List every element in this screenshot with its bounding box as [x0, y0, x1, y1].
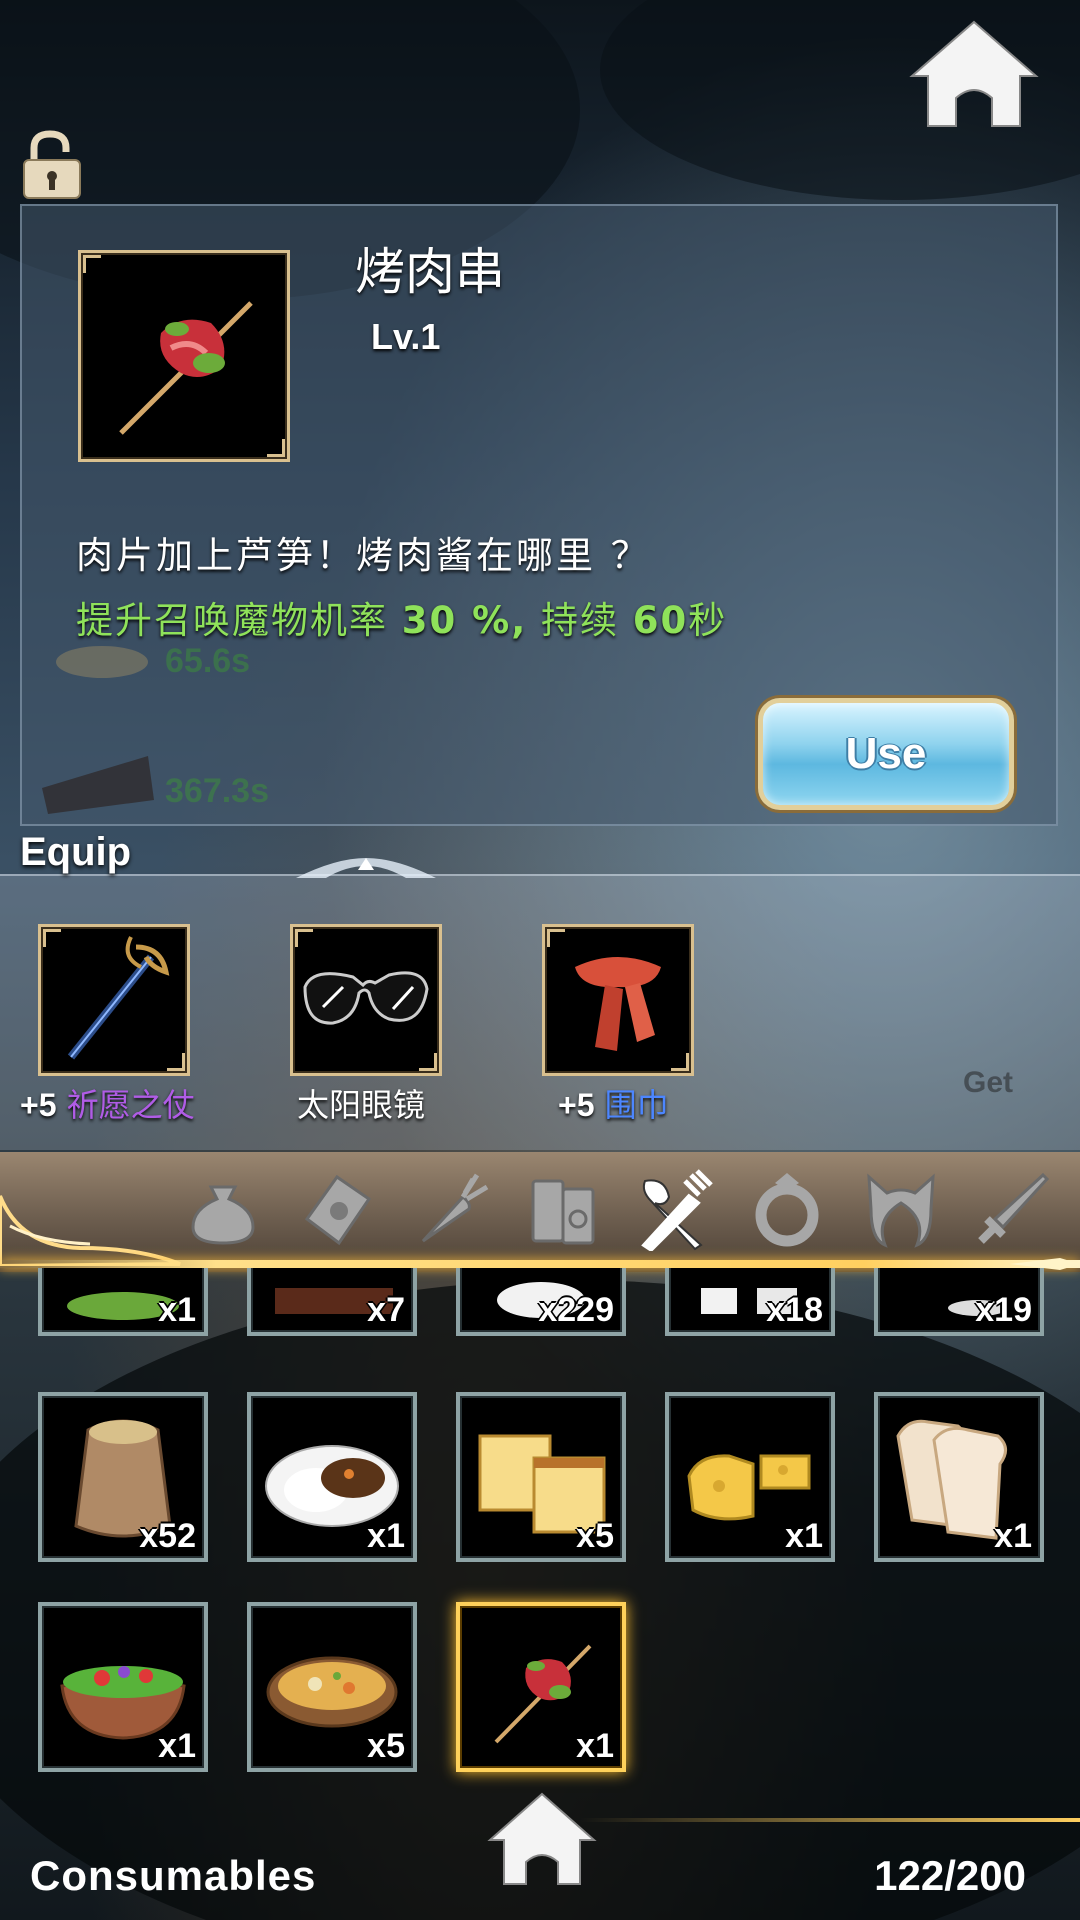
ghost-food-icon [56, 646, 148, 678]
inventory-slot[interactable]: x1 [38, 1268, 208, 1336]
kebab-icon [119, 301, 253, 435]
inventory-grid: x1 x7 x229 x18 x19 x52 x1 x5 x1 x1 x1 x5… [0, 1268, 1080, 1798]
equip-label-staff: +5 祈愿之仗 [20, 1086, 195, 1124]
equip-slot-sunglasses[interactable] [290, 924, 442, 1076]
inventory-slot[interactable]: x5 [456, 1392, 626, 1562]
item-detail-icon-frame [78, 250, 290, 462]
cat-ears-icon [867, 1173, 935, 1248]
item-effect: 提升召唤魔物机率 30 %, 持续 60秒 [76, 599, 728, 642]
category-tab-headwear[interactable] [856, 1164, 946, 1254]
category-tab-bag[interactable] [178, 1164, 268, 1254]
inventory-slot[interactable]: x1 [247, 1392, 417, 1562]
item-level: Lv.1 [371, 316, 441, 357]
inventory-category-title: Consumables [30, 1852, 317, 1899]
item-name: 烤肉串 [355, 243, 505, 301]
unlock-icon[interactable] [20, 130, 84, 202]
category-tab-envelope[interactable] [292, 1164, 382, 1254]
inventory-slot[interactable]: x1 [665, 1392, 835, 1562]
timer-text: 65.6s [165, 642, 251, 680]
inventory-slot[interactable]: x7 [247, 1268, 417, 1336]
carrot-icon [421, 1173, 489, 1243]
footer-divider [580, 1818, 1080, 1822]
equip-title: Equip [20, 830, 132, 874]
equip-label-sunglasses: 太阳眼镜 [297, 1086, 426, 1124]
staff-icon [67, 936, 170, 1060]
item-description: 肉片加上芦笋！烤肉酱在哪里 ？ [76, 534, 651, 577]
inventory-slot[interactable]: x18 [665, 1268, 835, 1336]
sword-icon [978, 1172, 1050, 1244]
category-tab-carrot[interactable] [406, 1164, 496, 1254]
book-icon [531, 1179, 595, 1245]
category-divider [0, 1260, 1080, 1268]
ghost-cake-icon [42, 756, 154, 814]
category-tab-food[interactable] [628, 1164, 718, 1254]
inventory-slot[interactable]: x19 [874, 1268, 1044, 1336]
get-label: Get [963, 1066, 1014, 1099]
use-button[interactable]: Use [758, 698, 1014, 810]
inventory-slot[interactable]: x5 [247, 1602, 417, 1772]
category-tab-ring[interactable] [742, 1164, 832, 1254]
equip-slot-staff[interactable] [38, 924, 190, 1076]
category-tab-weapon[interactable] [968, 1164, 1058, 1254]
ornament-icon [296, 858, 436, 878]
home-button[interactable] [908, 18, 1040, 130]
envelope-icon [304, 1174, 372, 1246]
inventory-capacity: 122/200 [874, 1852, 1026, 1899]
swoosh-ornament-icon [0, 1195, 181, 1266]
inventory-slot[interactable]: x52 [38, 1392, 208, 1562]
inventory-slot[interactable]: x229 [456, 1268, 626, 1336]
inventory-slot[interactable]: x1 [38, 1602, 208, 1772]
ring-icon [755, 1173, 819, 1247]
inventory-slot-selected[interactable]: x1 [456, 1602, 626, 1772]
inventory-slot[interactable]: x1 [874, 1392, 1044, 1562]
sunglasses-icon [303, 971, 429, 1025]
scarf-icon [575, 957, 661, 1051]
home-button-bottom[interactable] [486, 1790, 598, 1888]
timer-text: 367.3s [165, 772, 269, 810]
category-tab-book[interactable] [518, 1164, 608, 1254]
bag-icon [191, 1185, 255, 1245]
equip-slot-scarf[interactable] [542, 924, 694, 1076]
fork-spoon-icon [641, 1169, 713, 1251]
equip-label-scarf: +5 围巾 [558, 1086, 669, 1124]
